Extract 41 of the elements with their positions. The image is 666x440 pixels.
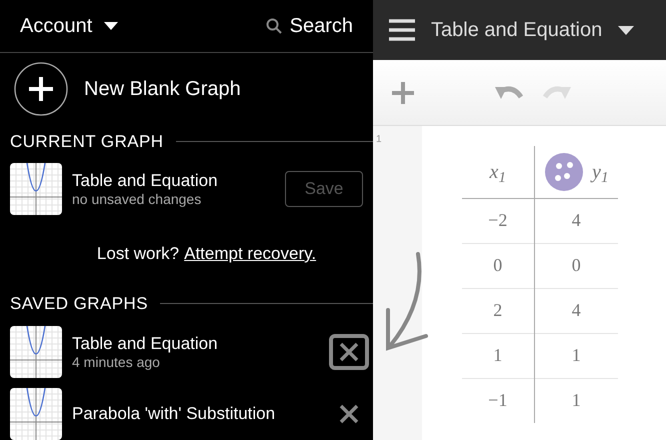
table-cell: 2 (462, 288, 534, 333)
caret-icon (618, 26, 634, 34)
column-header: y$_{1}$ (534, 146, 618, 198)
graph-thumbnail (10, 163, 62, 215)
add-button[interactable] (391, 80, 415, 104)
graph-thumbnail (10, 388, 62, 440)
search-button[interactable]: Search (266, 10, 353, 41)
table-cell: 4 (534, 288, 618, 333)
delete-button[interactable] (329, 334, 369, 370)
table-cell: 1 (462, 333, 534, 378)
close-icon (339, 404, 359, 424)
graph-title-menu[interactable]: Table and Equation (431, 15, 634, 45)
graph-status: no unsaved changes (72, 190, 202, 208)
table-cell: 0 (534, 243, 618, 288)
graph-title: Parabola 'with' Substitution (72, 403, 276, 425)
caret-icon (104, 22, 118, 30)
graph-thumbnail (10, 326, 62, 378)
recovery-link[interactable]: Attempt recovery. (184, 241, 316, 266)
table-cell: −1 (462, 378, 534, 423)
table-cell: 4 (534, 198, 618, 243)
table-cell: 0 (462, 243, 534, 288)
table-cell: 1 (534, 333, 618, 378)
plus-icon (391, 80, 415, 104)
graph-title: Table and Equation (72, 332, 219, 354)
menu-button[interactable] (389, 19, 415, 41)
section-heading: SAVED GRAPHS (10, 292, 148, 314)
points-icon (544, 152, 584, 192)
lost-work-text: Lost work? (96, 243, 180, 265)
graph-time: 4 minutes ago (72, 354, 161, 372)
table-cell: −2 (462, 198, 534, 243)
new-graph-button[interactable]: New Blank Graph (0, 52, 373, 124)
column-header: x$_{1}$ (462, 146, 534, 198)
plus-circle-icon (14, 62, 68, 116)
section-heading: CURRENT GRAPH (10, 130, 164, 152)
table-cell: 1 (534, 378, 618, 423)
search-icon (266, 18, 282, 34)
line-number: 1 (376, 134, 382, 145)
close-icon (339, 342, 359, 362)
account-menu[interactable]: Account (20, 10, 118, 41)
graph-title: Table and Equation (72, 170, 219, 191)
menu-icon (389, 19, 415, 41)
